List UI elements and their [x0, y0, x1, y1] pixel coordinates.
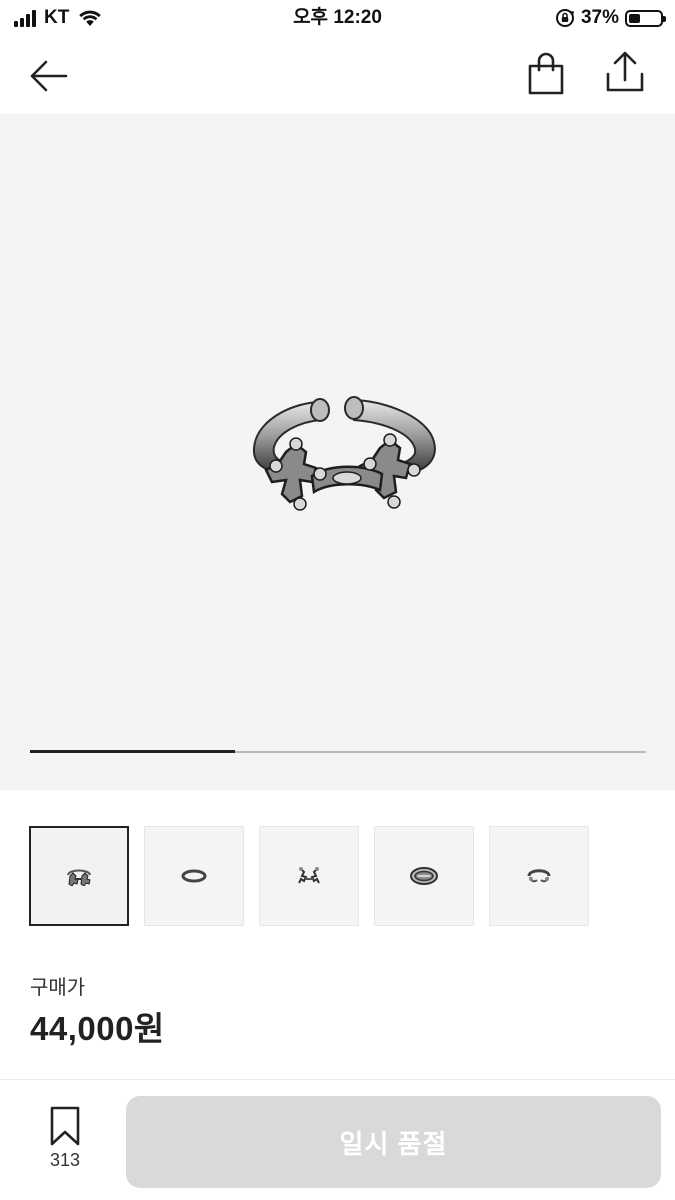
bottom-bar-divider: [0, 1079, 675, 1080]
status-right: 37%: [555, 6, 666, 30]
arrow-left-icon[interactable]: [26, 56, 70, 96]
share-upload-icon[interactable]: [603, 50, 647, 96]
carousel-progress-indicator: [30, 750, 236, 753]
shopping-bag-icon[interactable]: [524, 52, 568, 96]
rotation-lock-icon: [555, 9, 575, 27]
ring-thumbnail-icon: [527, 869, 551, 883]
bookmark-button[interactable]: 313: [34, 1106, 96, 1176]
ring-thumbnail-icon: [410, 867, 438, 885]
ring-thumbnail-icon: [181, 869, 207, 883]
battery-level: [629, 13, 641, 23]
bookmark-icon: [50, 1106, 80, 1146]
status-bar: KT 오후 12:20 37%: [0, 0, 675, 36]
price-value: 44,000원: [30, 1010, 165, 1047]
battery-percent: 37%: [580, 7, 619, 28]
thumbnail-5[interactable]: [489, 826, 589, 926]
carousel-progress-track: [30, 750, 646, 753]
price-label: 구매가: [30, 977, 86, 999]
thumbnail-strip: [29, 826, 589, 926]
ring-thumbnail-icon: [298, 867, 320, 884]
thumbnail-1[interactable]: [29, 826, 129, 926]
product-image-carousel[interactable]: [0, 114, 675, 790]
bookmark-count: 313: [49, 1150, 81, 1170]
nav-bar: [0, 36, 675, 114]
battery-icon: [625, 9, 666, 27]
thumbnail-2[interactable]: [144, 826, 244, 926]
thumbnail-4[interactable]: [374, 826, 474, 926]
ring-product-image: [252, 396, 436, 511]
sold-out-button[interactable]: 일시 품절: [126, 1096, 661, 1188]
thumbnail-3[interactable]: [259, 826, 359, 926]
ring-thumbnail-icon: [67, 869, 91, 886]
